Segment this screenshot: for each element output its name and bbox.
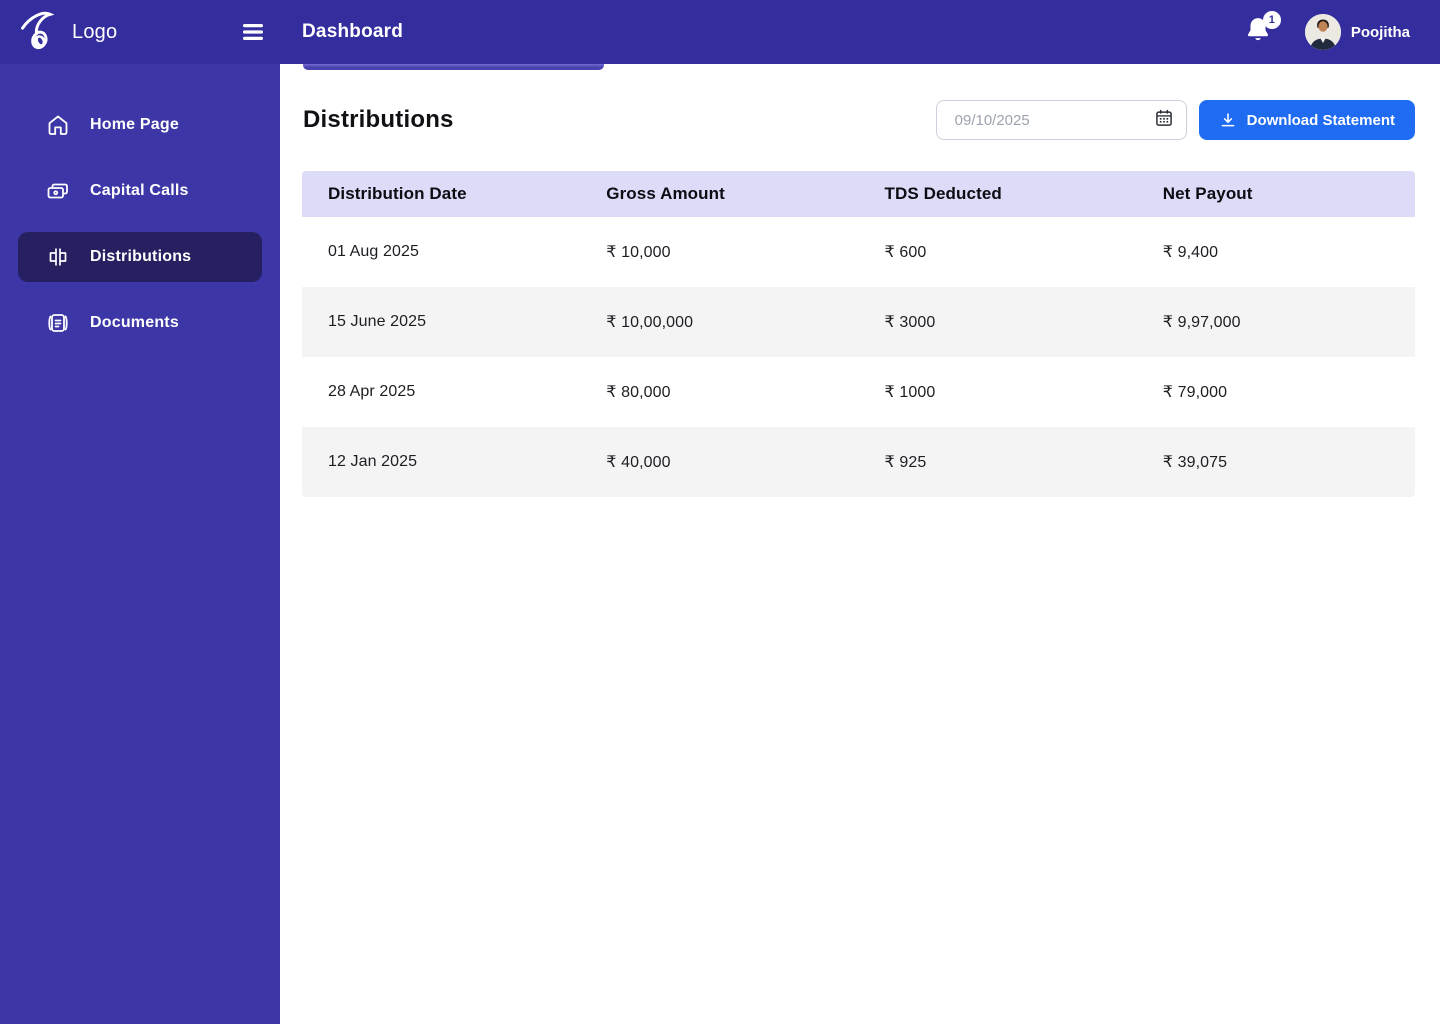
sidebar-item-documents[interactable]: Documents xyxy=(18,298,262,348)
distributions-icon xyxy=(46,245,70,269)
cell-gross-amount: ₹ 10,00,000 xyxy=(606,314,694,331)
table-row[interactable]: 28 Apr 2025 ₹ 80,000 ₹ 1000 ₹ 79,000 xyxy=(302,357,1415,427)
content-header: Distributions 09/10/2025 Download Statem… xyxy=(280,64,1440,140)
cell-tds-deducted: ₹ 925 xyxy=(884,454,927,471)
documents-icon xyxy=(46,311,70,335)
sidebar-nav: Home Page Capital Calls Distributions Do… xyxy=(0,64,280,1024)
cell-gross-amount: ₹ 40,000 xyxy=(606,454,671,471)
notification-bell-icon[interactable]: 1 xyxy=(1243,11,1281,49)
section-heading: Distributions xyxy=(303,106,454,133)
top-header-bar: Logo Dashboard 1 Poojitha xyxy=(0,0,1440,64)
cell-net-payout: ₹ 9,97,000 xyxy=(1162,314,1241,331)
cell-gross-amount: ₹ 10,000 xyxy=(606,244,671,261)
brand: Logo xyxy=(0,6,214,59)
logo-icon xyxy=(18,6,64,59)
header-accent-strip xyxy=(303,64,604,70)
page-title: Dashboard xyxy=(302,21,404,42)
sidebar-item-capital-calls[interactable]: Capital Calls xyxy=(18,166,262,216)
table-row[interactable]: 15 June 2025 ₹ 10,00,000 ₹ 3000 ₹ 9,97,0… xyxy=(302,287,1415,357)
cell-distribution-date: 01 Aug 2025 xyxy=(328,243,419,260)
header-actions: Download Statement xyxy=(935,100,1415,140)
cell-distribution-date: 15 June 2025 xyxy=(328,313,427,330)
sidebar-item-distributions[interactable]: Distributions xyxy=(18,232,262,282)
sidebar-item-label: Home Page xyxy=(90,116,179,133)
distributions-table: Distribution Date Gross Amount TDS Deduc… xyxy=(302,171,1415,497)
user-avatar[interactable] xyxy=(1304,14,1341,50)
table-row[interactable]: 01 Aug 2025 ₹ 10,000 ₹ 600 ₹ 9,400 xyxy=(302,217,1415,287)
cell-gross-amount: ₹ 80,000 xyxy=(606,384,671,401)
table-header-row: Distribution Date Gross Amount TDS Deduc… xyxy=(302,171,1415,217)
topbar-right: 1 Poojitha xyxy=(1243,11,1440,50)
cell-net-payout: ₹ 9,400 xyxy=(1162,244,1219,261)
column-header-tds-deducted: TDS Deducted xyxy=(884,184,1002,203)
cell-tds-deducted: ₹ 3000 xyxy=(884,314,936,331)
banknote-icon xyxy=(46,179,70,203)
user-name: Poojitha xyxy=(1350,23,1410,41)
column-header-gross-amount: Gross Amount xyxy=(606,184,725,203)
table-row[interactable]: 12 Jan 2025 ₹ 40,000 ₹ 925 ₹ 39,075 xyxy=(302,427,1415,497)
notification-count-badge: 1 xyxy=(1262,11,1281,29)
sidebar-item-label: Documents xyxy=(90,314,179,331)
sidebar-item-label: Capital Calls xyxy=(90,182,189,199)
cell-net-payout: ₹ 79,000 xyxy=(1162,384,1228,401)
date-filter-field[interactable] xyxy=(935,100,1187,140)
hamburger-menu-icon[interactable] xyxy=(236,15,270,49)
sidebar-item-label: Distributions xyxy=(90,248,192,265)
cell-distribution-date: 28 Apr 2025 xyxy=(328,383,416,400)
date-input[interactable] xyxy=(954,111,1154,129)
cell-tds-deducted: ₹ 1000 xyxy=(884,384,936,401)
logo-text: Logo xyxy=(72,20,118,43)
home-icon xyxy=(46,113,70,137)
column-header-distribution-date: Distribution Date xyxy=(328,184,467,203)
download-icon xyxy=(1221,113,1235,127)
cell-distribution-date: 12 Jan 2025 xyxy=(328,453,418,470)
cell-tds-deducted: ₹ 600 xyxy=(884,244,927,261)
calendar-icon[interactable] xyxy=(1154,108,1174,133)
main-content: Distributions 09/10/2025 Download Statem… xyxy=(280,64,1440,1024)
download-statement-button[interactable]: Download Statement xyxy=(1198,100,1415,140)
download-statement-label: Download Statement xyxy=(1246,111,1395,129)
sidebar-item-home-page[interactable]: Home Page xyxy=(18,100,262,150)
column-header-net-payout: Net Payout xyxy=(1162,184,1253,203)
cell-net-payout: ₹ 39,075 xyxy=(1162,454,1228,471)
